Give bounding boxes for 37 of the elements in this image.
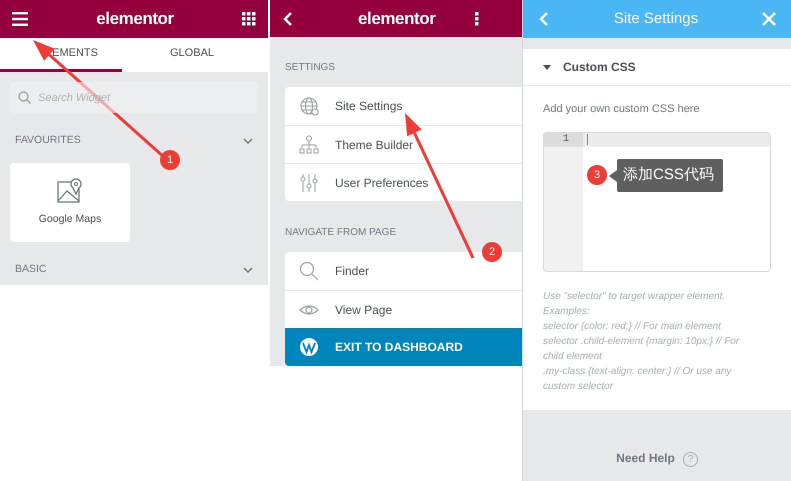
chevron-down-icon — [243, 266, 253, 273]
help-text-line: custom selector — [543, 380, 614, 394]
logo-text: elementor — [96, 8, 174, 30]
help-text-line: selector {color: red;} // For main element — [543, 320, 722, 334]
category-title[interactable]: BASIC — [15, 262, 47, 278]
menu-item[interactable]: Site Settings — [285, 87, 522, 126]
line-number: 1 — [544, 132, 583, 146]
callout-tooltip: 添加CSS代码 — [609, 159, 723, 192]
chevron-down-icon — [243, 138, 253, 144]
section-header[interactable]: Custom CSS — [523, 49, 791, 86]
help-text-line: Use "selector" to target wrapper element. — [543, 290, 726, 304]
widget-card[interactable]: Google Maps — [10, 162, 130, 242]
help-text-line: Examples: — [543, 304, 591, 318]
help-link[interactable]: Need Help — [616, 449, 675, 467]
globe-icon — [299, 96, 319, 116]
search-icon — [18, 91, 31, 104]
panel-title: Site Settings — [614, 8, 698, 29]
help-text-line: .my-class {text-align: center;} // Or use any — [543, 364, 733, 378]
menu-item[interactable]: EXIT TO DASHBOARD — [285, 328, 522, 366]
menu-icon[interactable] — [12, 11, 28, 27]
section-title: NAVIGATE FROM PAGE — [284, 226, 398, 240]
grid-icon — [475, 12, 482, 26]
back-icon[interactable] — [282, 10, 294, 27]
sitemap-icon — [299, 134, 319, 155]
wordpress-icon — [299, 337, 319, 358]
text-cursor — [587, 134, 588, 145]
logo-text: elementor — [358, 8, 436, 30]
category-title[interactable]: FAVOURITES — [15, 133, 81, 149]
sliders-icon — [299, 172, 319, 193]
search-icon — [299, 261, 319, 282]
help-text-line: child element — [543, 350, 604, 364]
section-title: SETTINGS — [284, 61, 336, 76]
map-icon — [57, 176, 83, 204]
grid-icon[interactable] — [242, 12, 256, 26]
callout-pointer-icon — [609, 170, 617, 182]
description-text: Add your own custom CSS here — [543, 102, 701, 117]
help-text-line: selector .child-element {margin: 10px;} // For — [543, 334, 740, 348]
